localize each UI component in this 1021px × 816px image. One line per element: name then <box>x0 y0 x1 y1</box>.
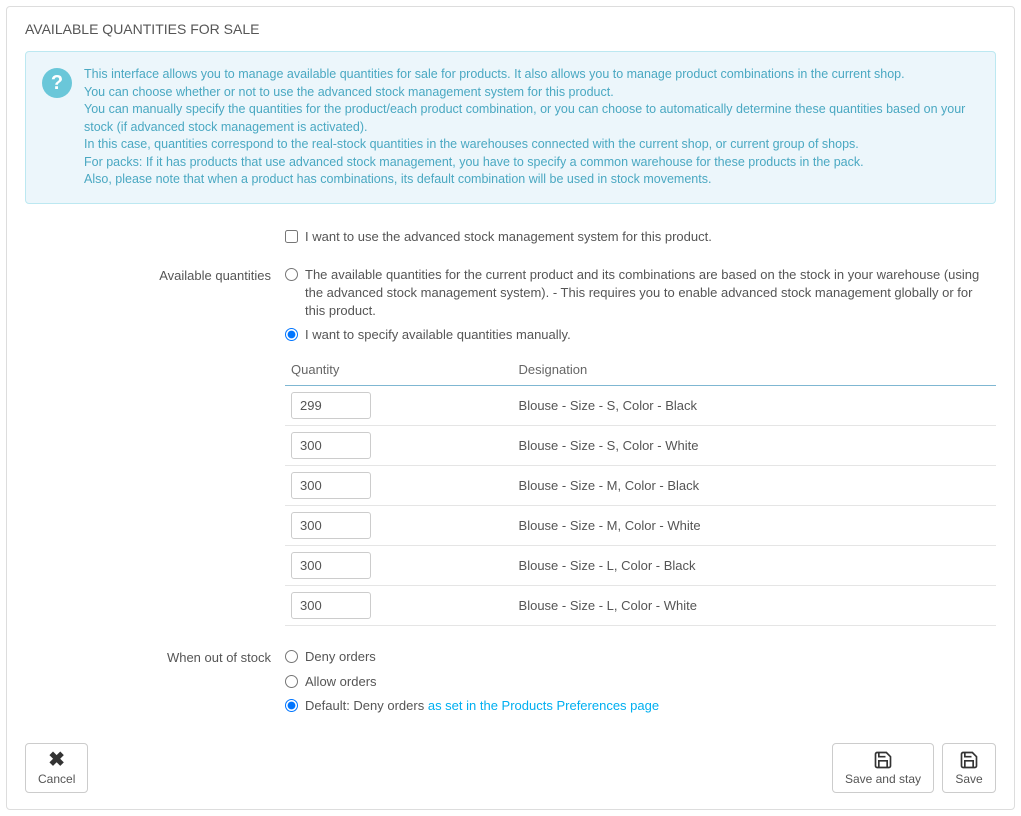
designation-cell: Blouse - Size - M, Color - White <box>513 506 996 546</box>
info-line: In this case, quantities correspond to t… <box>84 136 979 154</box>
table-row: Blouse - Size - M, Color - White <box>285 506 996 546</box>
out-of-stock-label: When out of stock <box>25 648 285 721</box>
table-row: Blouse - Size - M, Color - Black <box>285 466 996 506</box>
save-button[interactable]: Save <box>942 743 996 793</box>
col-header-designation: Designation <box>513 354 996 386</box>
info-line: This interface allows you to manage avai… <box>84 66 979 84</box>
info-line: You can manually specify the quantities … <box>84 101 979 136</box>
quantities-table-wrap: Quantity Designation Blouse - Size - S, … <box>285 354 996 626</box>
radio-warehouse-label: The available quantities for the current… <box>305 266 996 321</box>
radio-manual-label: I want to specify available quantities m… <box>305 326 571 344</box>
quantity-input[interactable] <box>291 432 371 459</box>
quantity-input[interactable] <box>291 512 371 539</box>
save-icon <box>959 750 979 770</box>
close-icon: ✖ <box>48 750 65 770</box>
save-icon <box>873 750 893 770</box>
row-out-of-stock: When out of stock Deny orders Allow orde… <box>25 648 996 721</box>
table-row: Blouse - Size - S, Color - White <box>285 426 996 466</box>
info-line: For packs: If it has products that use a… <box>84 154 979 172</box>
products-preferences-link[interactable]: as set in the Products Preferences page <box>428 698 659 713</box>
advanced-stock-checkbox-input[interactable] <box>285 230 298 243</box>
radio-manual[interactable]: I want to specify available quantities m… <box>285 326 996 344</box>
radio-default-prefix: Default: Deny orders <box>305 698 428 713</box>
save-and-stay-button-label: Save and stay <box>845 772 921 786</box>
quantity-input[interactable] <box>291 392 371 419</box>
radio-deny-label: Deny orders <box>305 648 376 666</box>
designation-cell: Blouse - Size - S, Color - White <box>513 426 996 466</box>
table-row: Blouse - Size - S, Color - Black <box>285 386 996 426</box>
radio-allow-orders[interactable]: Allow orders <box>285 673 996 691</box>
radio-deny-orders[interactable]: Deny orders <box>285 648 996 666</box>
radio-allow-input[interactable] <box>285 675 298 688</box>
info-text: This interface allows you to manage avai… <box>84 66 979 189</box>
quantity-input[interactable] <box>291 552 371 579</box>
radio-deny-input[interactable] <box>285 650 298 663</box>
radio-manual-input[interactable] <box>285 328 298 341</box>
quantities-table: Quantity Designation Blouse - Size - S, … <box>285 354 996 626</box>
available-quantities-label: Available quantities <box>25 266 285 627</box>
footer-buttons: ✖ Cancel Save and stay Save <box>25 743 996 793</box>
save-and-stay-button[interactable]: Save and stay <box>832 743 934 793</box>
designation-cell: Blouse - Size - M, Color - Black <box>513 466 996 506</box>
designation-cell: Blouse - Size - L, Color - White <box>513 586 996 626</box>
help-icon: ? <box>42 66 72 189</box>
quantity-input[interactable] <box>291 592 371 619</box>
advanced-stock-checkbox-label: I want to use the advanced stock managem… <box>305 228 712 246</box>
col-header-quantity: Quantity <box>285 354 513 386</box>
designation-cell: Blouse - Size - L, Color - Black <box>513 546 996 586</box>
quantity-input[interactable] <box>291 472 371 499</box>
radio-allow-label: Allow orders <box>305 673 377 691</box>
advanced-stock-checkbox[interactable]: I want to use the advanced stock managem… <box>285 228 996 246</box>
info-line: You can choose whether or not to use the… <box>84 84 979 102</box>
info-box: ? This interface allows you to manage av… <box>25 51 996 204</box>
radio-warehouse-input[interactable] <box>285 268 298 281</box>
table-row: Blouse - Size - L, Color - Black <box>285 546 996 586</box>
row-advanced-stock-checkbox: I want to use the advanced stock managem… <box>25 228 996 252</box>
cancel-button-label: Cancel <box>38 772 75 786</box>
panel-available-quantities: AVAILABLE QUANTITIES FOR SALE ? This int… <box>6 6 1015 810</box>
radio-default[interactable]: Default: Deny orders as set in the Produ… <box>285 697 996 715</box>
cancel-button[interactable]: ✖ Cancel <box>25 743 88 793</box>
row-available-quantities: Available quantities The available quant… <box>25 266 996 627</box>
table-row: Blouse - Size - L, Color - White <box>285 586 996 626</box>
save-button-label: Save <box>955 772 982 786</box>
info-line: Also, please note that when a product ha… <box>84 171 979 189</box>
panel-title: AVAILABLE QUANTITIES FOR SALE <box>25 21 996 37</box>
radio-warehouse-based[interactable]: The available quantities for the current… <box>285 266 996 321</box>
designation-cell: Blouse - Size - S, Color - Black <box>513 386 996 426</box>
radio-default-input[interactable] <box>285 699 298 712</box>
